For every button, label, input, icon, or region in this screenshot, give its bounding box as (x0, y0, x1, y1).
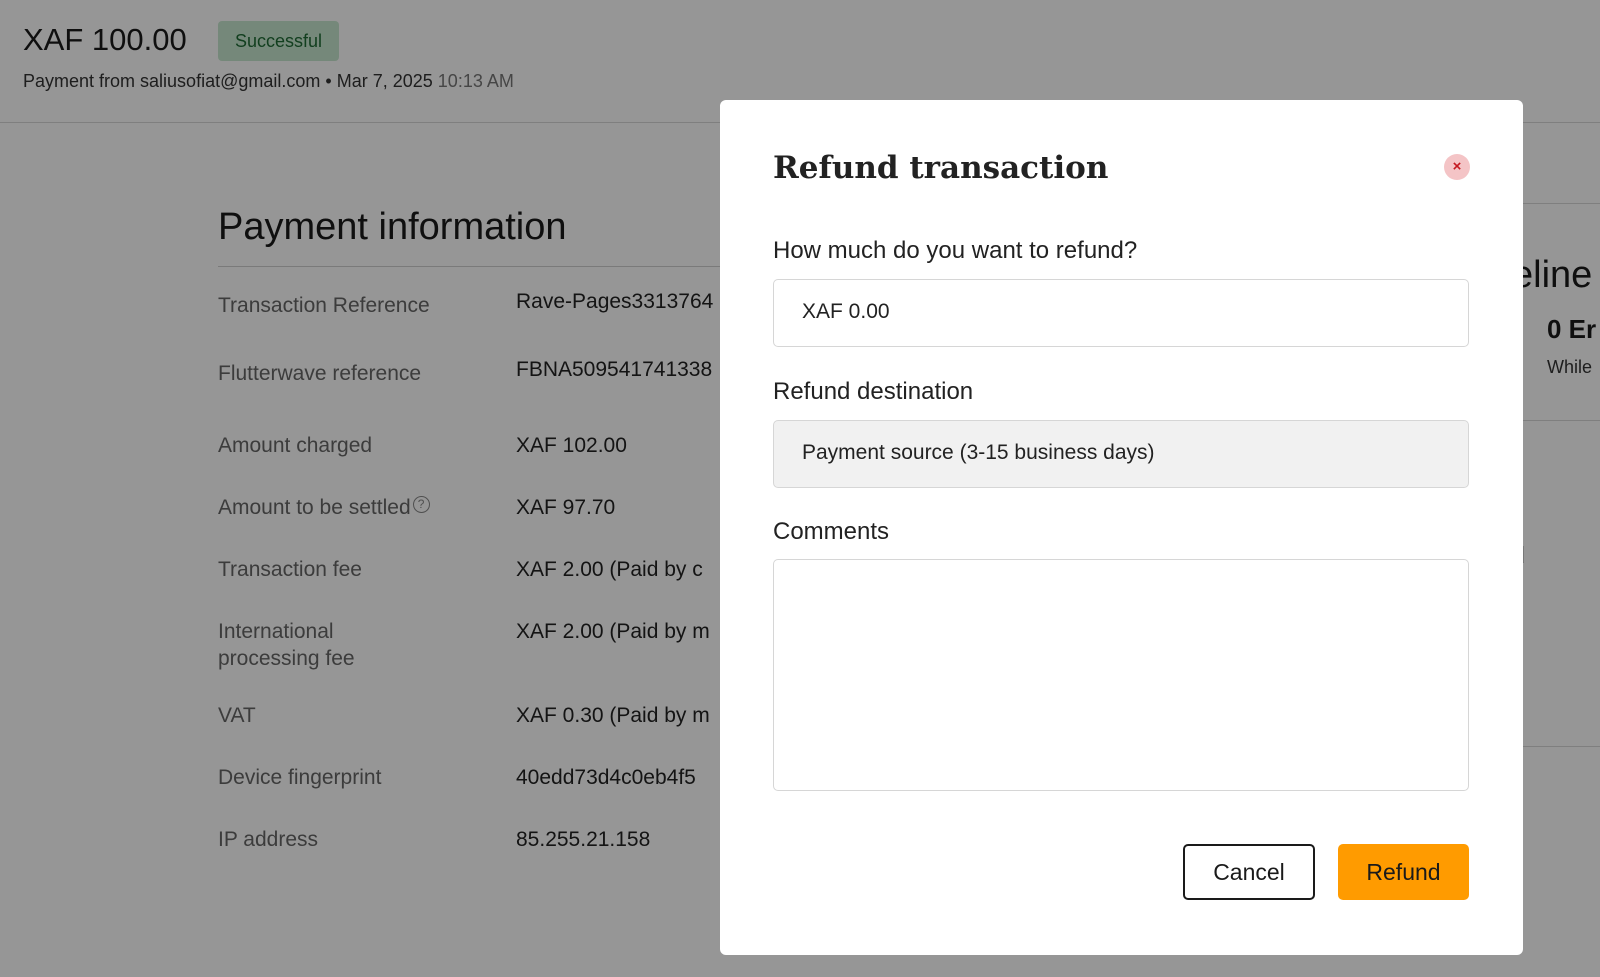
comments-label: Comments (773, 518, 890, 545)
cancel-button[interactable]: Cancel (1183, 844, 1315, 900)
comments-field[interactable] (773, 559, 1469, 791)
close-icon[interactable]: × (1444, 154, 1470, 180)
refund-amount-value: XAF 0.00 (802, 300, 890, 323)
refund-destination-field: Payment source (3-15 business days) (773, 420, 1469, 488)
refund-destination-label: Refund destination (773, 378, 974, 405)
refund-button[interactable]: Refund (1338, 844, 1469, 900)
refund-amount-input[interactable]: XAF 0.00 (773, 279, 1469, 347)
refund-destination-value: Payment source (3-15 business days) (802, 441, 1155, 464)
modal-title: Refund transaction (773, 150, 1109, 186)
comments-textarea[interactable] (790, 570, 1452, 780)
refund-modal: Refund transaction × How much do you wan… (720, 100, 1523, 955)
refund-amount-label: How much do you want to refund? (773, 237, 1138, 264)
